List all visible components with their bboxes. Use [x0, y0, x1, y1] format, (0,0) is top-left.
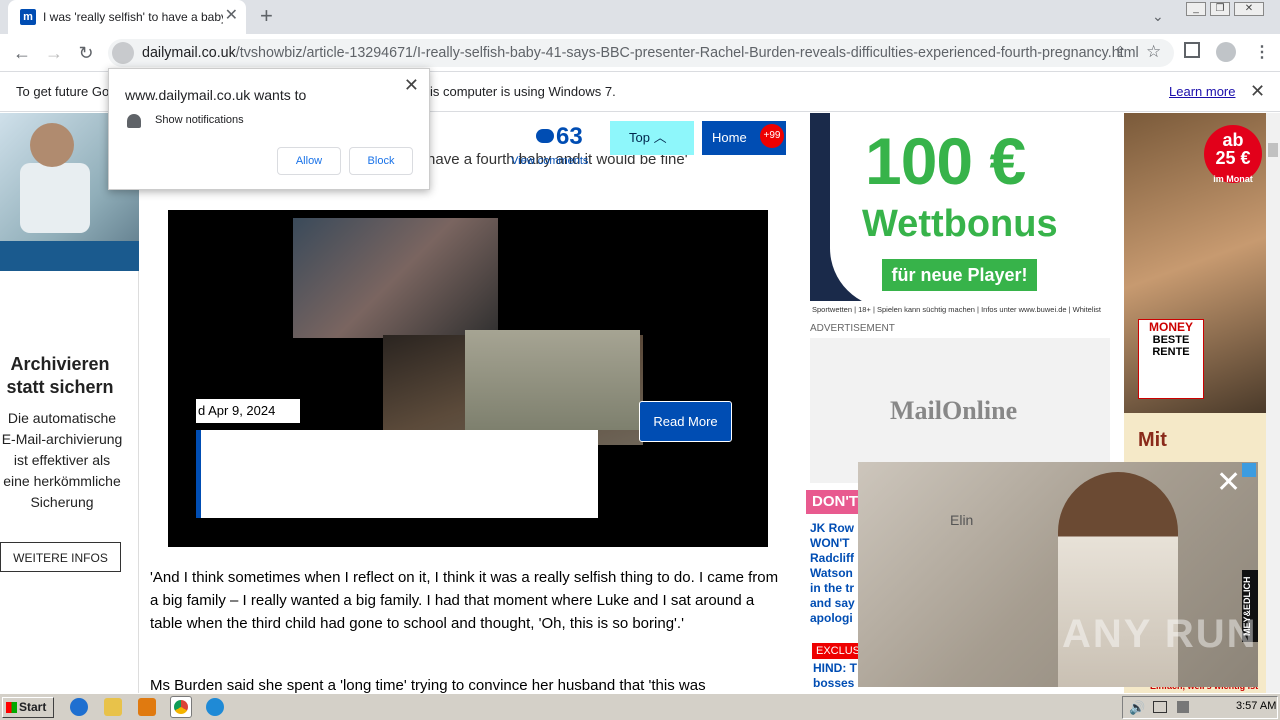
tab-title: I was 'really selfish' to have a baby at…	[43, 10, 223, 24]
advertisement-label: ADVERTISEMENT	[810, 323, 895, 334]
scrollbar-thumb[interactable]	[1268, 143, 1278, 157]
forward-arrow-icon[interactable]: →	[42, 42, 66, 64]
adchoices-icon[interactable]	[1242, 463, 1256, 477]
ad-amount: 100 €	[865, 124, 1026, 198]
url-domain: dailymail.co.uk	[142, 45, 236, 61]
restore-button[interactable]: ❐	[1210, 2, 1230, 16]
dont-miss-header: DON'T	[806, 490, 860, 514]
badge-value: 25 €	[1215, 148, 1251, 168]
ad-fine-print: Sportwetten | 18+ | Spielen kann süchtig…	[810, 301, 1110, 318]
article-column: n I'd have a fourth baby and it would be…	[140, 113, 810, 693]
money-title: MONEY	[1148, 320, 1193, 334]
reload-icon[interactable]: ↻	[74, 42, 98, 64]
close-tab-icon[interactable]: ✕	[225, 8, 238, 24]
block-button[interactable]: Block	[349, 147, 413, 175]
menu-kebab-icon[interactable]: ⋮	[1254, 42, 1270, 62]
popup-title: www.dailymail.co.uk wants to	[125, 87, 307, 103]
profile-avatar-icon[interactable]	[1216, 42, 1236, 62]
close-popup-icon[interactable]: ✕	[404, 75, 419, 96]
left-ad-body: Die automatische E-Mail-archivierung ist…	[1, 410, 123, 510]
start-label: Start	[19, 700, 47, 714]
left-ad[interactable]: Archivieren statt sichern Die automatisc…	[0, 113, 139, 693]
volume-icon[interactable]: 🔊	[1129, 700, 1145, 716]
top-button[interactable]: Top ︿	[610, 121, 694, 155]
video-player[interactable]: d Apr 9, 2024	[168, 210, 768, 547]
chrome-icon[interactable]	[170, 696, 192, 718]
rente-line-2: RENTE	[1152, 346, 1190, 358]
minimize-button[interactable]: _	[1186, 2, 1206, 16]
money-seal: MONEY BESTE RENTE	[1138, 319, 1204, 399]
read-more-button[interactable]: Read More	[639, 401, 732, 442]
exclusive-badge: EXCLUS	[812, 643, 860, 659]
wettbonus-ad[interactable]: 100 € Wettbonus für neue Player! Sportwe…	[810, 113, 1110, 318]
home-label: Home	[712, 130, 747, 145]
tab-strip: m I was 'really selfish' to have a baby …	[0, 0, 1280, 34]
action-center-icon[interactable]	[1177, 701, 1189, 713]
page-scrollbar[interactable]	[1266, 113, 1280, 693]
badge-unit: im Monat	[1213, 174, 1253, 184]
lock-icon[interactable]	[112, 42, 134, 64]
video-photo-man	[465, 330, 640, 430]
windows-taskbar: Start 🔊 3:57 AM	[0, 693, 1280, 720]
url-text[interactable]: dailymail.co.uk/tvshowbiz/article-132946…	[142, 45, 1139, 61]
comment-bubble-icon	[536, 129, 554, 143]
network-icon[interactable]	[1153, 701, 1167, 713]
browser-toolbar: ← → ↻ dailymail.co.uk/tvshowbiz/article-…	[0, 34, 1280, 72]
learn-more-link[interactable]: Learn more	[1169, 84, 1235, 99]
ad-pill: für neue Player!	[882, 259, 1037, 291]
url-path: /tvshowbiz/article-13294671/I-really-sel…	[235, 45, 1139, 61]
left-ad-cta-button[interactable]: WEITERE INFOS	[0, 542, 121, 572]
video-date: d Apr 9, 2024	[196, 399, 300, 423]
bell-icon	[127, 114, 141, 128]
article-paragraph-1: 'And I think sometimes when I reflect on…	[150, 569, 779, 632]
video-photo-woman	[293, 218, 498, 338]
bookmark-star-icon[interactable]: ☆	[1146, 42, 1161, 62]
info-text-end: is computer is using Windows 7.	[430, 84, 616, 99]
info-text-start: To get future Go	[16, 84, 110, 99]
allow-button[interactable]: Allow	[277, 147, 341, 175]
ie-icon[interactable]	[70, 698, 88, 716]
permission-text: Show notifications	[155, 114, 244, 126]
dont-miss-item[interactable]: JK Row WON'T Radcliff Watson in the tr a…	[810, 521, 860, 641]
dailymail-favicon-icon: m	[20, 9, 36, 25]
tab-dailymail[interactable]: m I was 'really selfish' to have a baby …	[8, 0, 246, 34]
edge-icon[interactable]	[206, 698, 224, 716]
article-paragraph-2: Ms Burden said she spent a 'long time' t…	[150, 677, 706, 693]
badge-top: ab	[1222, 130, 1244, 150]
new-tab-button[interactable]: +	[260, 5, 273, 27]
anyrun-watermark: ANY RUN	[1062, 612, 1258, 656]
start-button[interactable]: Start	[2, 697, 54, 718]
view-comments-link[interactable]: View comments	[511, 155, 588, 167]
left-ad-heading: Archivieren statt sichern	[6, 354, 114, 397]
explorer-folder-icon[interactable]	[104, 698, 122, 716]
ad-word: Wettbonus	[862, 203, 1058, 245]
media-player-icon[interactable]	[138, 698, 156, 716]
share-icon[interactable]: ⇪	[1114, 43, 1127, 61]
home-button[interactable]: Home +99	[702, 121, 786, 155]
chevron-up-icon: ︿	[653, 130, 667, 145]
address-bar[interactable]: dailymail.co.uk/tvshowbiz/article-132946…	[108, 39, 1174, 67]
clock[interactable]: 3:57 AM	[1236, 700, 1276, 712]
back-arrow-icon[interactable]: ←	[10, 42, 34, 64]
close-infobar-icon[interactable]: ✕	[1250, 81, 1265, 102]
video-caption-box	[196, 430, 598, 518]
close-video-ad-icon[interactable]: ✕	[1216, 468, 1241, 498]
ad-mit-text: Mit	[1138, 429, 1167, 451]
home-badge: +99	[760, 124, 784, 148]
tab-search-chevron-icon[interactable]: ⌄	[1152, 8, 1164, 25]
notification-permission-popup: www.dailymail.co.uk wants to ✕ Show noti…	[108, 68, 430, 190]
comment-count: 63	[556, 123, 583, 150]
close-window-button[interactable]: ✕	[1234, 2, 1264, 16]
mailonline-logo: MailOnline	[890, 396, 1018, 425]
video-ad-shop-text: Elin	[950, 512, 974, 528]
windows-logo-icon	[6, 702, 17, 713]
rente-ad[interactable]: ab 25 € im Monat MONEY BESTE RENTE	[1124, 113, 1266, 413]
hind-headline[interactable]: HIND: T bosses	[813, 661, 859, 693]
rente-line-1: BESTE	[1152, 334, 1190, 346]
side-panel-icon[interactable]	[1184, 42, 1200, 58]
top-label: Top	[629, 130, 650, 145]
ad-price-badge: ab 25 € im Monat	[1204, 125, 1262, 184]
